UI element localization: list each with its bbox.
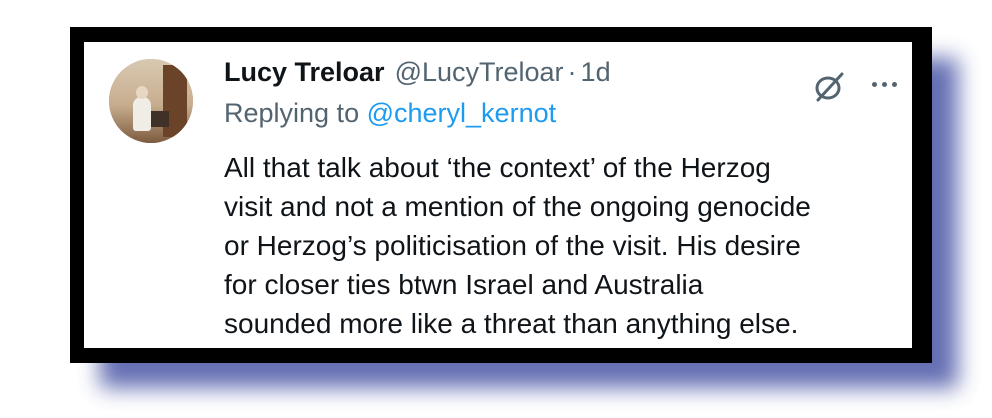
avatar-person [133,97,151,131]
tweet-text-line: sounded more like a threat than anything… [224,308,799,339]
tweet-card[interactable]: Lucy Treloar @LucyTreloar · 1d Replying … [84,42,912,348]
tweet-text-line: visit and not a mention of the ongoing g… [224,191,811,222]
grok-icon[interactable] [812,70,846,104]
tweet-text-line: for closer ties btwn Israel and Australi… [224,269,704,300]
more-dot [891,81,897,87]
tweet-text-line: or Herzog’s politicisation of the visit.… [224,230,801,261]
display-name[interactable]: Lucy Treloar [224,57,385,88]
tweet-header: Lucy Treloar @LucyTreloar · 1d [224,57,611,95]
tweet-text-line: All that talk about ‘the context’ of the… [224,152,771,183]
avatar[interactable] [109,59,193,143]
separator-dot: · [567,57,577,87]
avatar-shelf [149,111,169,127]
more-dot [881,81,887,87]
more-icon[interactable] [864,64,904,104]
replying-mention[interactable]: @cheryl_kernot [367,98,557,128]
screenshot-frame: Lucy Treloar @LucyTreloar · 1d Replying … [70,27,932,363]
avatar-head [136,86,148,99]
timestamp[interactable]: 1d [581,57,611,88]
replying-prefix: Replying to [224,98,360,128]
replying-to: Replying to @cheryl_kernot [224,98,556,129]
tweet-text: All that talk about ‘the context’ of the… [224,148,912,343]
more-dot [871,81,877,87]
user-handle[interactable]: @LucyTreloar [395,57,564,88]
stage: Lucy Treloar @LucyTreloar · 1d Replying … [0,0,992,418]
